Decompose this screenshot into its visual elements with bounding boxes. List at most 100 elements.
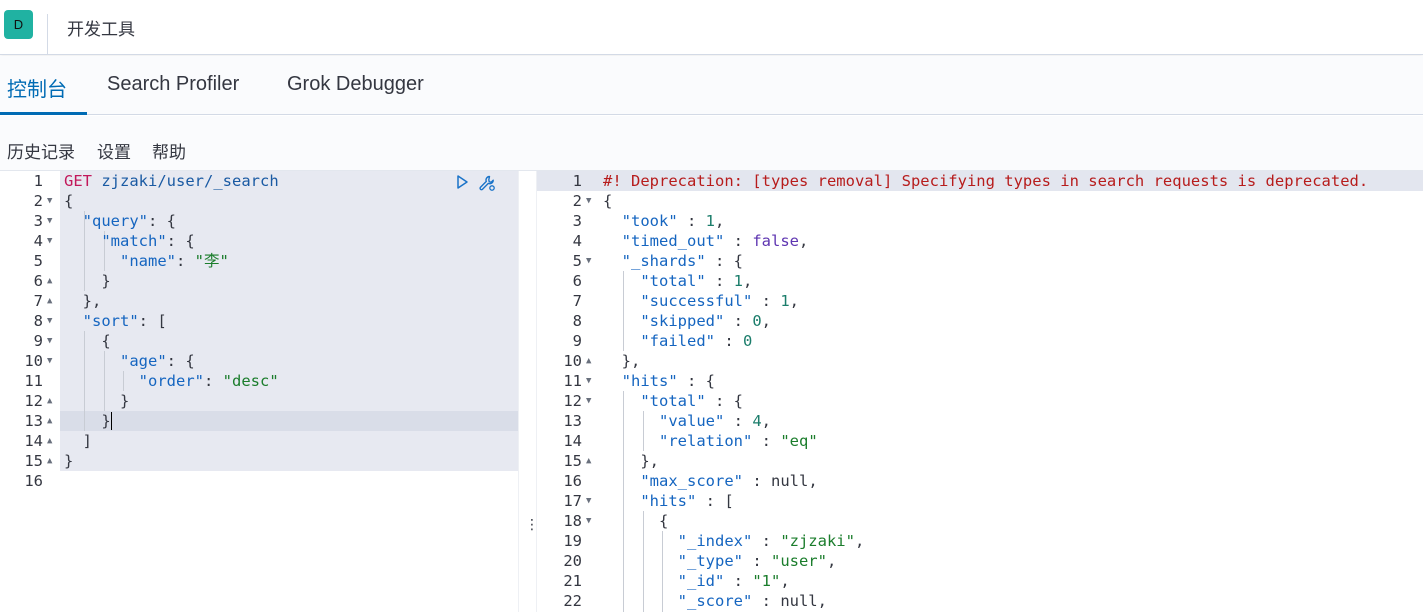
help-link[interactable]: 帮助 bbox=[152, 138, 186, 163]
line-number: 8 bbox=[572, 312, 582, 330]
fold-toggle-icon[interactable]: ▼ bbox=[47, 211, 52, 231]
code-line: { bbox=[101, 332, 111, 350]
line-number: 9 bbox=[33, 332, 43, 350]
line-number: 1 bbox=[572, 172, 582, 190]
response-code: #! Deprecation: [types removal] Specifyi… bbox=[603, 171, 1423, 612]
console-toolbar: 历史记录 设置 帮助 bbox=[0, 116, 1423, 171]
fold-toggle-icon[interactable]: ▼ bbox=[47, 331, 52, 351]
line-number: 5 bbox=[33, 252, 43, 270]
code-line: "query": { bbox=[82, 212, 176, 230]
request-url: zjzaki/user/_search bbox=[101, 172, 279, 190]
code-line: "max_score" : null, bbox=[640, 472, 818, 490]
tab-bar: 控制台 Search Profiler Grok Debugger bbox=[0, 56, 1423, 115]
code-line: "_id" : "1", bbox=[677, 572, 790, 590]
fold-toggle-icon[interactable]: ▲ bbox=[47, 271, 52, 291]
fold-toggle-icon[interactable]: ▼ bbox=[47, 191, 52, 211]
fold-toggle-icon[interactable]: ▲ bbox=[586, 451, 591, 471]
request-editor[interactable]: 1 2 3 4 5 6 7 8 9 10 11 12 13 14 15 16 ▼… bbox=[0, 171, 518, 612]
code-line: "sort": [ bbox=[82, 312, 167, 330]
line-number: 17 bbox=[563, 492, 582, 510]
line-number: 20 bbox=[563, 552, 582, 570]
tab-grok-debugger[interactable]: Grok Debugger bbox=[287, 73, 424, 96]
fold-toggle-icon[interactable]: ▲ bbox=[47, 431, 52, 451]
fold-toggle-icon[interactable]: ▼ bbox=[586, 391, 591, 411]
code-line: "successful" : 1, bbox=[640, 292, 799, 310]
code-line: "match": { bbox=[101, 232, 195, 250]
fold-toggle-icon[interactable]: ▲ bbox=[47, 451, 52, 471]
code-line: "hits" : { bbox=[621, 372, 715, 390]
code-line: }, bbox=[82, 292, 102, 310]
code-line: { bbox=[64, 192, 74, 210]
code-line: { bbox=[603, 192, 613, 210]
line-number: 3 bbox=[33, 212, 43, 230]
line-number: 8 bbox=[33, 312, 43, 330]
fold-toggle-icon[interactable]: ▼ bbox=[586, 511, 591, 531]
http-method: GET bbox=[64, 172, 92, 190]
code-line: }, bbox=[621, 352, 641, 370]
fold-toggle-icon[interactable]: ▼ bbox=[586, 491, 591, 511]
code-line: "name": "李" bbox=[120, 252, 229, 270]
code-line: "_score" : null, bbox=[677, 592, 827, 610]
code-line: "order": "desc" bbox=[138, 372, 279, 390]
line-number: 11 bbox=[563, 372, 582, 390]
line-number: 13 bbox=[563, 412, 582, 430]
header-divider bbox=[47, 14, 48, 54]
line-number: 14 bbox=[24, 432, 43, 450]
deprecation-warning: #! Deprecation: [types removal] Specifyi… bbox=[603, 172, 1369, 190]
line-number: 7 bbox=[33, 292, 43, 310]
fold-toggle-icon[interactable]: ▲ bbox=[47, 291, 52, 311]
play-icon[interactable] bbox=[454, 174, 470, 196]
fold-toggle-icon[interactable]: ▼ bbox=[586, 191, 591, 211]
fold-toggle-icon[interactable]: ▼ bbox=[586, 251, 591, 271]
line-number: 1 bbox=[33, 172, 43, 190]
line-number: 14 bbox=[563, 432, 582, 450]
code-line: "value" : 4, bbox=[659, 412, 772, 430]
line-number: 21 bbox=[563, 572, 582, 590]
response-editor[interactable]: 1 2 3 4 5 6 7 8 9 10 11 12 13 14 15 16 1… bbox=[537, 171, 1423, 612]
line-number: 12 bbox=[24, 392, 43, 410]
code-line: "timed_out" : false, bbox=[621, 232, 809, 250]
fold-toggle-icon[interactable]: ▼ bbox=[47, 351, 52, 371]
fold-toggle-icon[interactable]: ▼ bbox=[47, 311, 52, 331]
line-number: 15 bbox=[24, 452, 43, 470]
fold-toggle-icon[interactable]: ▲ bbox=[586, 351, 591, 371]
space-avatar[interactable]: D bbox=[4, 10, 33, 39]
code-line: } bbox=[101, 272, 111, 290]
line-number: 10 bbox=[563, 352, 582, 370]
line-number: 12 bbox=[563, 392, 582, 410]
line-number: 11 bbox=[24, 372, 43, 390]
tab-console[interactable]: 控制台 bbox=[7, 73, 67, 102]
active-tab-indicator bbox=[0, 112, 87, 115]
code-line: "_index" : "zjzaki", bbox=[677, 532, 865, 550]
code-line: "hits" : [ bbox=[640, 492, 734, 510]
code-line: ] bbox=[82, 432, 93, 450]
fold-toggle-icon[interactable]: ▼ bbox=[47, 231, 52, 251]
fold-toggle-icon[interactable]: ▲ bbox=[47, 411, 52, 431]
line-number: 10 bbox=[24, 352, 43, 370]
line-number: 3 bbox=[572, 212, 582, 230]
pane-resizer[interactable]: ⋮ bbox=[518, 171, 539, 612]
line-number: 16 bbox=[563, 472, 582, 490]
code-line: "age": { bbox=[120, 352, 195, 370]
line-number: 2 bbox=[572, 192, 582, 210]
line-number: 13 bbox=[24, 412, 43, 430]
code-line: "skipped" : 0, bbox=[640, 312, 772, 330]
wrench-icon[interactable] bbox=[478, 174, 496, 196]
request-code[interactable]: GET zjzaki/user/_search { "query": { "ma… bbox=[64, 171, 518, 612]
settings-link[interactable]: 设置 bbox=[97, 138, 131, 163]
request-gutter: 1 2 3 4 5 6 7 8 9 10 11 12 13 14 15 16 ▼… bbox=[0, 171, 60, 612]
tab-search-profiler[interactable]: Search Profiler bbox=[107, 73, 239, 96]
line-number: 4 bbox=[572, 232, 582, 250]
fold-toggle-icon[interactable]: ▲ bbox=[47, 391, 52, 411]
code-line: "relation" : "eq" bbox=[659, 432, 818, 450]
history-link[interactable]: 历史记录 bbox=[7, 138, 75, 163]
line-number: 22 bbox=[563, 592, 582, 610]
page-title: 开发工具 bbox=[67, 20, 135, 39]
app-header: D 开发工具 bbox=[0, 0, 1423, 55]
fold-toggle-icon[interactable]: ▼ bbox=[586, 371, 591, 391]
line-number: 18 bbox=[563, 512, 582, 530]
request-actions bbox=[454, 174, 496, 196]
code-line: "took" : 1, bbox=[621, 212, 725, 230]
line-number: 6 bbox=[572, 272, 582, 290]
code-line: "failed" : 0 bbox=[640, 332, 753, 350]
